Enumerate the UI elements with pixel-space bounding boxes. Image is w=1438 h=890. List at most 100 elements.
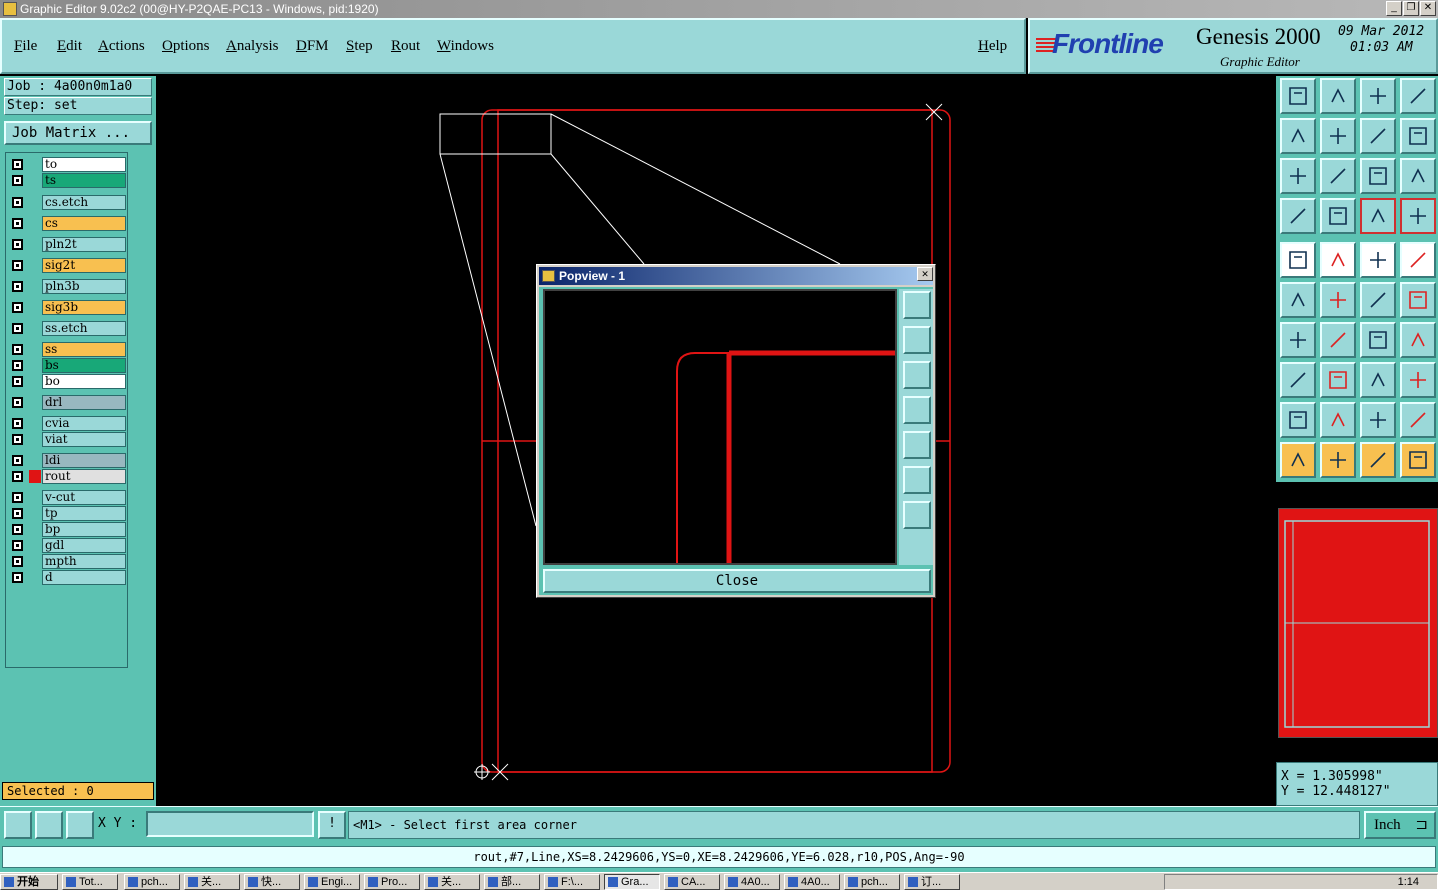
open-job-icon[interactable]: [1280, 78, 1316, 114]
taskbar-item[interactable]: 部...: [484, 874, 540, 890]
settings-icon[interactable]: [1280, 198, 1316, 234]
layer-checkbox[interactable]: [12, 239, 23, 250]
popview-zoom-out-icon[interactable]: [903, 501, 931, 529]
select-point-icon[interactable]: [1360, 442, 1396, 478]
layer-checkbox[interactable]: [12, 434, 23, 445]
popview-zoom-window-icon[interactable]: [903, 291, 931, 319]
pan-left-icon[interactable]: [1280, 118, 1316, 154]
taskbar-item[interactable]: 4A0...: [784, 874, 840, 890]
layer-row-ts[interactable]: ts: [8, 173, 126, 188]
triangle-icon[interactable]: [1280, 402, 1316, 438]
window-split-icon[interactable]: [1400, 78, 1436, 114]
layer-name[interactable]: viat: [42, 432, 126, 447]
rotate-icon[interactable]: [1360, 322, 1396, 358]
measure-icon[interactable]: [35, 811, 63, 839]
layer-row-viat[interactable]: viat: [8, 432, 126, 447]
layer-row-ss[interactable]: ss: [8, 342, 126, 357]
layer-row-tp[interactable]: tp: [8, 506, 126, 521]
arc-cw-icon[interactable]: [1360, 282, 1396, 318]
layer-name[interactable]: drl: [42, 395, 126, 410]
menu-actions[interactable]: Actions: [98, 38, 145, 55]
layer-checkbox[interactable]: [12, 492, 23, 503]
close-window-button[interactable]: ✕: [1420, 1, 1436, 16]
grid-icon[interactable]: [1320, 198, 1356, 234]
layer-row-bs[interactable]: bs: [8, 358, 126, 373]
layer-checkbox[interactable]: [12, 397, 23, 408]
menu-dfm[interactable]: DFM: [296, 38, 329, 55]
layer-row-pln2t[interactable]: pln2t: [8, 237, 126, 252]
redraw-icon[interactable]: [1400, 118, 1436, 154]
select-arrow-icon[interactable]: [1280, 442, 1316, 478]
layer-row-sig3b[interactable]: sig3b: [8, 300, 126, 315]
scale-1-2-icon[interactable]: [1360, 158, 1396, 194]
text-icon[interactable]: [1400, 322, 1436, 358]
popview-pan-up-icon[interactable]: [903, 326, 931, 354]
layer-row-pln3b[interactable]: pln3b: [8, 279, 126, 294]
taskbar-item[interactable]: pch...: [124, 874, 180, 890]
arc-ccw-icon[interactable]: [1400, 282, 1436, 318]
layer-name[interactable]: rout: [42, 469, 126, 484]
popview-pan-right-icon[interactable]: [903, 431, 931, 459]
home-icon[interactable]: [1360, 78, 1396, 114]
popview-pan-left-icon[interactable]: [903, 396, 931, 424]
layer-row-ldi[interactable]: ldi: [8, 453, 126, 468]
minus-icon[interactable]: [1320, 362, 1356, 398]
undo-zoom-icon[interactable]: [1360, 118, 1396, 154]
layer-name[interactable]: d: [42, 570, 126, 585]
info-icon[interactable]: !: [318, 811, 346, 839]
layer-name[interactable]: pln3b: [42, 279, 126, 294]
layer-name[interactable]: to: [42, 157, 126, 172]
layer-row-cvia[interactable]: cvia: [8, 416, 126, 431]
select-box-icon[interactable]: [1320, 442, 1356, 478]
taskbar-item[interactable]: Engi...: [304, 874, 360, 890]
xy-input[interactable]: [146, 811, 314, 837]
node-edit-icon[interactable]: [1280, 282, 1316, 318]
layer-name[interactable]: bo: [42, 374, 126, 389]
layer-name[interactable]: sig3b: [42, 300, 126, 315]
layer-name[interactable]: v-cut: [42, 490, 126, 505]
taskbar-item[interactable]: Gra...: [604, 874, 660, 890]
units-selector[interactable]: Inch ⊐: [1364, 811, 1436, 839]
help-icon[interactable]: [1400, 158, 1436, 194]
popview-viewport[interactable]: [543, 289, 897, 565]
taskbar-item[interactable]: 订...: [904, 874, 960, 890]
pad-add-icon[interactable]: [1280, 242, 1316, 278]
snap-profile-icon[interactable]: [1400, 198, 1436, 234]
layer-row-cs[interactable]: cs: [8, 216, 126, 231]
layer-row-gdl[interactable]: gdl: [8, 538, 126, 553]
layer-name[interactable]: cs: [42, 216, 126, 231]
taskbar-item[interactable]: 关...: [184, 874, 240, 890]
menu-edit[interactable]: Edit: [57, 38, 82, 55]
pan-right-icon[interactable]: [1320, 118, 1356, 154]
menu-windows[interactable]: Windows: [437, 38, 494, 55]
layer-checkbox[interactable]: [12, 159, 23, 170]
layer-checkbox[interactable]: [12, 508, 23, 519]
layer-checkbox[interactable]: [12, 175, 23, 186]
draw-a3-icon[interactable]: [1400, 402, 1436, 438]
move-pad-icon[interactable]: [1280, 362, 1316, 398]
layer-row-sig2t[interactable]: sig2t: [8, 258, 126, 273]
layer-checkbox[interactable]: [12, 260, 23, 271]
cross-icon[interactable]: [1320, 282, 1356, 318]
layer-row-ss-etch[interactable]: ss.etch: [8, 321, 126, 336]
layer-name[interactable]: bp: [42, 522, 126, 537]
layer-checkbox[interactable]: [12, 360, 23, 371]
layer-checkbox[interactable]: [12, 344, 23, 355]
layer-row-bp[interactable]: bp: [8, 522, 126, 537]
line-add-icon[interactable]: [1320, 242, 1356, 278]
popview-close-icon[interactable]: ✕: [917, 267, 933, 281]
layer-checkbox[interactable]: [12, 281, 23, 292]
start-button[interactable]: 开始: [0, 874, 58, 890]
menu-analysis[interactable]: Analysis: [226, 38, 279, 55]
angle-icon[interactable]: [1280, 322, 1316, 358]
taskbar-item[interactable]: Tot...: [62, 874, 118, 890]
layer-checkbox[interactable]: [12, 455, 23, 466]
layer-name[interactable]: ss.etch: [42, 321, 126, 336]
taskbar-item[interactable]: pch...: [844, 874, 900, 890]
layer-name[interactable]: ts: [42, 173, 126, 188]
layer-checkbox[interactable]: [12, 556, 23, 567]
layer-row-bo[interactable]: bo: [8, 374, 126, 389]
layer-row-rout[interactable]: rout: [8, 469, 126, 484]
layer-name[interactable]: gdl: [42, 538, 126, 553]
layer-name[interactable]: bs: [42, 358, 126, 373]
